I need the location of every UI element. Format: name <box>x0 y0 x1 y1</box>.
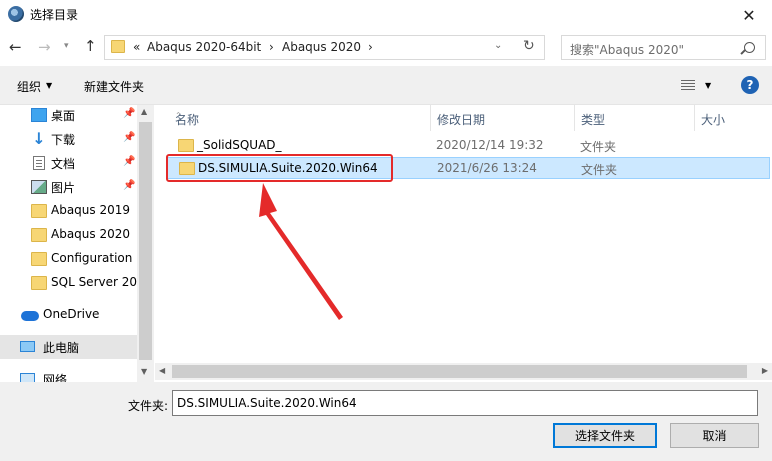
folder-icon <box>31 252 47 266</box>
sidebar-item-label: OneDrive <box>43 307 100 321</box>
address-part-abaqus-2020[interactable]: Abaqus 2020 <box>282 40 361 54</box>
horizontal-scrollbar[interactable]: ◀ ▶ <box>155 363 772 380</box>
pin-icon[interactable]: 📌 <box>123 108 135 119</box>
content-area: 桌面 📌 ↓ 下载 📌 文档 📌 图片 📌 Abaqus 2019 Abaqus… <box>0 103 772 387</box>
organize-chevron-icon[interactable]: ▼ <box>46 81 52 90</box>
view-options-icon[interactable] <box>681 80 695 91</box>
navigation-scrollbar[interactable]: ▲ ▼ <box>137 105 154 383</box>
address-overflow[interactable]: « <box>133 40 140 54</box>
new-folder-button[interactable]: 新建文件夹 <box>84 78 144 95</box>
sidebar-item-abaqus-2020[interactable]: Abaqus 2020 <box>0 223 137 247</box>
annotation-highlight-box <box>166 154 393 182</box>
column-header-label: 修改日期 <box>437 113 486 127</box>
help-icon[interactable]: ? <box>741 76 759 94</box>
organize-button[interactable]: 组织 <box>17 78 41 95</box>
search-placeholder: 搜索"Abaqus 2020" <box>570 43 685 57</box>
chevron-down-icon[interactable]: ⌄ <box>494 40 502 51</box>
select-folder-button[interactable]: 选择文件夹 <box>553 423 657 448</box>
scrollbar-thumb[interactable] <box>172 365 747 378</box>
cloud-icon <box>21 311 39 321</box>
column-header-label: 类型 <box>581 113 606 127</box>
search-input[interactable]: 搜索"Abaqus 2020" <box>561 35 766 60</box>
sidebar-item-this-pc[interactable]: 此电脑 <box>0 335 137 359</box>
folder-name-input[interactable] <box>172 390 758 416</box>
sidebar-item-documents[interactable]: 文档 📌 <box>0 151 137 175</box>
sidebar-item-onedrive[interactable]: OneDrive <box>0 303 137 327</box>
address-bar[interactable]: « Abaqus 2020-64bit › Abaqus 2020 › ⌄ ↻ <box>104 35 545 60</box>
search-icon[interactable] <box>744 42 755 53</box>
folder-field-label: 文件夹: <box>128 399 169 413</box>
pin-icon[interactable]: 📌 <box>123 180 135 191</box>
navigation-pane: 桌面 📌 ↓ 下载 📌 文档 📌 图片 📌 Abaqus 2019 Abaqus… <box>0 103 154 387</box>
folder-icon <box>31 204 47 218</box>
sidebar-item-abaqus-2019[interactable]: Abaqus 2019 <box>0 199 137 223</box>
sidebar-item-downloads[interactable]: ↓ 下载 📌 <box>0 127 137 151</box>
up-arrow-icon[interactable]: ↑ <box>84 37 97 55</box>
desktop-icon <box>31 108 47 122</box>
file-list: 名称 ⌃ 修改日期 类型 大小 _SolidSQUAD_ 2020/12/14 … <box>155 105 772 383</box>
column-header-date[interactable]: 修改日期 <box>430 105 574 131</box>
back-arrow-icon[interactable]: ← <box>9 38 22 56</box>
file-type: 文件夹 <box>581 163 618 177</box>
address-separator[interactable]: › <box>368 40 373 54</box>
file-date: 2021/6/26 13:24 <box>437 161 537 175</box>
sidebar-item-sql-server[interactable]: SQL Server 2019 <box>0 271 138 295</box>
view-chevron-icon[interactable]: ▼ <box>705 81 711 90</box>
sidebar-item-label: Configuration <box>51 251 133 265</box>
scrollbar-thumb[interactable] <box>139 122 152 360</box>
pictures-icon <box>31 180 47 194</box>
app-icon <box>8 6 24 22</box>
sidebar-item-label: 此电脑 <box>43 341 80 355</box>
window-title: 选择目录 <box>30 8 79 22</box>
recent-locations-chevron-icon[interactable]: ▾ <box>64 41 69 51</box>
computer-icon <box>20 341 35 352</box>
scroll-right-icon[interactable]: ▶ <box>762 366 768 375</box>
column-header-size[interactable]: 大小 <box>694 105 772 131</box>
folder-icon <box>31 276 47 290</box>
sidebar-item-label: SQL Server 2019 <box>51 275 138 289</box>
address-separator[interactable]: › <box>269 40 274 54</box>
file-date: 2020/12/14 19:32 <box>436 138 544 152</box>
address-part-abaqus-64bit[interactable]: Abaqus 2020-64bit <box>147 40 261 54</box>
close-button[interactable]: ✕ <box>726 0 772 30</box>
sidebar-item-configuration[interactable]: Configuration <box>0 247 137 271</box>
navigation-bar: ← → ▾ ↑ « Abaqus 2020-64bit › Abaqus 202… <box>0 30 772 66</box>
cancel-button[interactable]: 取消 <box>670 423 759 448</box>
download-icon: ↓ <box>32 129 46 148</box>
sort-ascending-icon: ⌃ <box>175 111 182 120</box>
title-bar: 选择目录 ✕ <box>0 0 772 30</box>
folder-icon <box>111 40 125 53</box>
sidebar-item-desktop[interactable]: 桌面 📌 <box>0 103 137 127</box>
command-bar: 组织 ▼ 新建文件夹 ▼ ? <box>0 66 772 104</box>
dialog-footer: 文件夹: 选择文件夹 取消 <box>0 382 772 461</box>
scroll-down-icon[interactable]: ▼ <box>141 367 147 376</box>
sidebar-item-label: Abaqus 2019 <box>51 203 131 217</box>
folder-icon <box>31 228 47 242</box>
column-header-label: 大小 <box>701 113 726 127</box>
annotation-arrow-shape <box>259 183 343 320</box>
pin-icon[interactable]: 📌 <box>123 156 135 167</box>
folder-icon <box>178 139 194 152</box>
file-type: 文件夹 <box>580 140 617 154</box>
refresh-icon[interactable]: ↻ <box>523 38 535 54</box>
sidebar-item-pictures[interactable]: 图片 📌 <box>0 175 137 199</box>
scroll-up-icon[interactable]: ▲ <box>141 107 147 116</box>
file-name: _SolidSQUAD_ <box>197 138 282 152</box>
sidebar-item-label: Abaqus 2020 <box>51 227 131 241</box>
forward-arrow-icon[interactable]: → <box>38 38 51 56</box>
column-header-name[interactable]: 名称 ⌃ <box>175 105 430 131</box>
document-icon <box>33 156 45 170</box>
scroll-left-icon[interactable]: ◀ <box>159 366 165 375</box>
column-header-type[interactable]: 类型 <box>574 105 694 131</box>
pin-icon[interactable]: 📌 <box>123 132 135 143</box>
